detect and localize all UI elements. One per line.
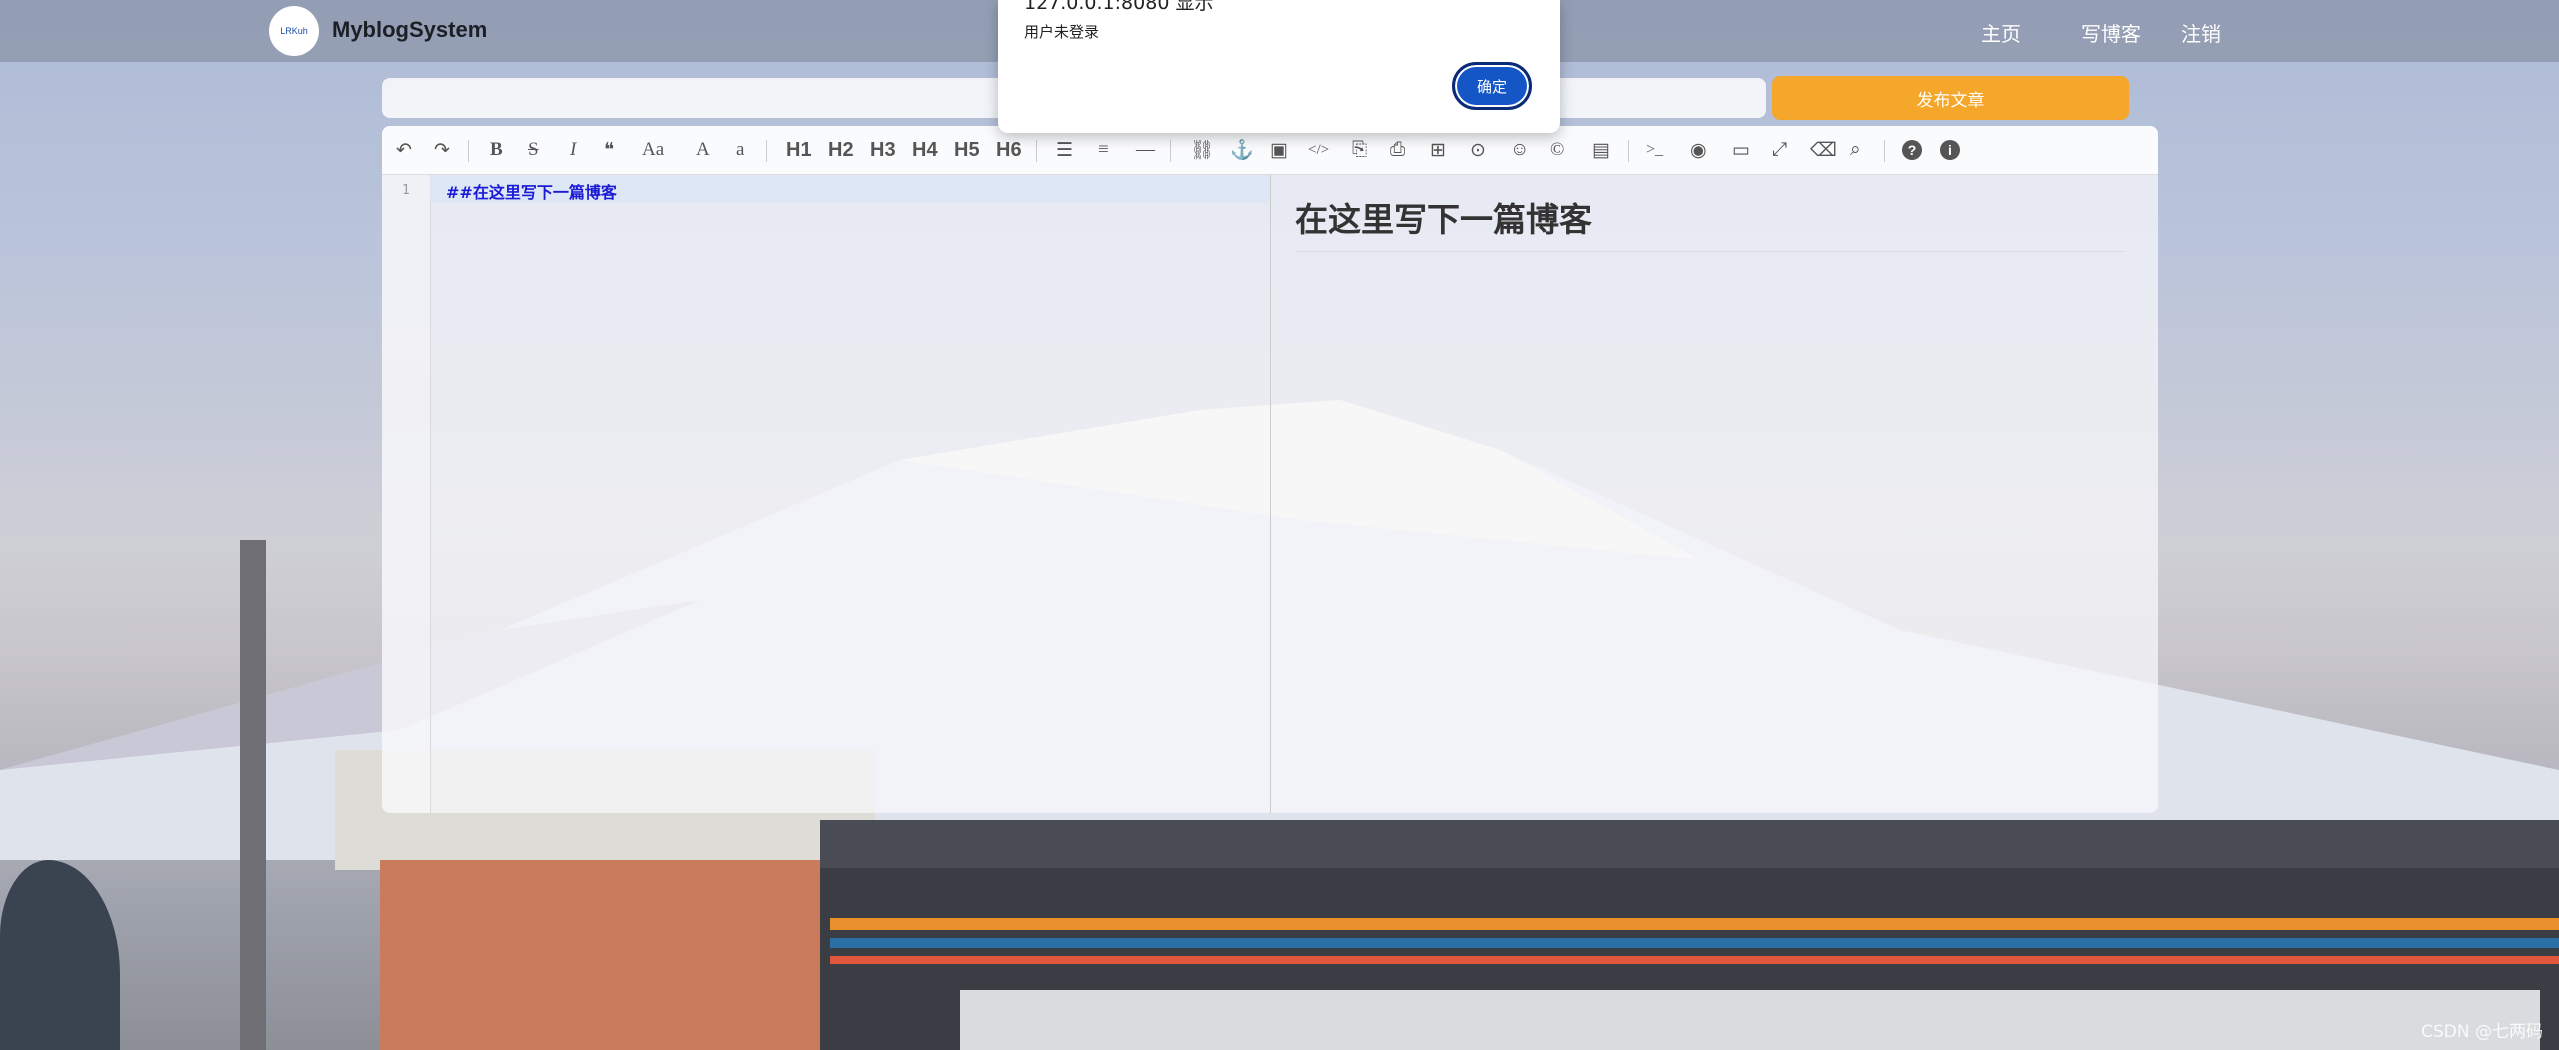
toolbar-divider	[1170, 140, 1171, 162]
dialog-title: 127.0.0.1:8080 显示	[1024, 0, 1214, 14]
store-stripe-red	[830, 956, 2559, 964]
store-stripe-orange	[830, 918, 2559, 930]
nav-home-link[interactable]: 主页	[1981, 18, 2021, 47]
help-icon[interactable]: ?	[1902, 140, 1922, 160]
html-entity-icon[interactable]: ©	[1550, 136, 1564, 164]
link-icon[interactable]: ⛓	[1190, 136, 1214, 164]
nav-logout-link[interactable]: 注销	[2181, 18, 2221, 47]
inline-code-icon[interactable]: </>	[1308, 136, 1329, 164]
toolbar-divider	[766, 140, 767, 162]
heading-2-button[interactable]: H2	[828, 136, 854, 164]
search-icon[interactable]: ⌕	[1850, 136, 1861, 164]
toolbar-divider	[1628, 140, 1629, 162]
store-roof	[820, 820, 2559, 868]
redo-icon[interactable]: ↷	[434, 136, 450, 164]
toolbar-divider	[468, 140, 469, 162]
markdown-code-area[interactable]: ##在这里写下一篇博客	[430, 175, 1270, 813]
quote-icon[interactable]: ❝	[604, 136, 614, 164]
undo-icon[interactable]: ↶	[396, 136, 412, 164]
anchor-icon[interactable]: ⚓	[1230, 136, 1254, 164]
emoji-icon[interactable]: ☺	[1510, 136, 1529, 164]
ordered-list-icon[interactable]: ≡	[1098, 136, 1109, 164]
alert-dialog: 127.0.0.1:8080 显示 用户未登录 确定	[998, 0, 1560, 133]
utility-pole	[240, 540, 266, 1050]
publish-button[interactable]: 发布文章	[1772, 76, 2129, 120]
tree	[0, 860, 120, 1050]
heading-5-button[interactable]: H5	[954, 136, 980, 164]
toolbar-divider	[1036, 140, 1037, 162]
datetime-icon[interactable]: ⊙	[1470, 136, 1486, 164]
image-icon[interactable]: ▣	[1270, 136, 1288, 164]
editor-toolbar: ↶ ↷ B S I ❝ Aa A a H1 H2 H3 H4 H5 H6 ☰ ≡…	[382, 126, 2158, 175]
bold-icon[interactable]: B	[490, 136, 503, 164]
markdown-content[interactable]: ##在这里写下一篇博客	[446, 179, 617, 203]
clear-icon[interactable]: ⌫	[1810, 136, 1837, 164]
table-icon[interactable]: ⊞	[1430, 136, 1446, 164]
store-window	[960, 990, 2540, 1050]
code-block-icon[interactable]: ⎘	[1352, 136, 1367, 164]
goto-line-icon[interactable]: >_	[1646, 136, 1663, 164]
uppercase-icon[interactable]: A	[696, 136, 710, 164]
markdown-editor: ↶ ↷ B S I ❝ Aa A a H1 H2 H3 H4 H5 H6 ☰ ≡…	[382, 126, 2158, 813]
brand-title: MyblogSystem	[332, 17, 488, 42]
preformatted-text-icon[interactable]: ⎙	[1390, 136, 1405, 164]
heading-6-button[interactable]: H6	[996, 136, 1022, 164]
horizontal-rule-icon[interactable]: —	[1136, 136, 1155, 164]
ok-button[interactable]: 确定	[1452, 62, 1532, 110]
dialog-message: 用户未登录	[1024, 23, 1100, 41]
unordered-list-icon[interactable]: ☰	[1056, 136, 1073, 164]
markdown-preview: 在这里写下一篇博客	[1271, 175, 2158, 813]
toolbar-divider	[1884, 140, 1885, 162]
heading-1-button[interactable]: H1	[786, 136, 812, 164]
info-icon[interactable]: i	[1940, 140, 1960, 160]
italic-icon[interactable]: I	[570, 136, 576, 164]
store-stripe-blue	[830, 938, 2559, 948]
pagebreak-icon[interactable]: ▤	[1592, 136, 1610, 164]
preview-heading: 在这里写下一篇博客	[1295, 193, 2125, 252]
heading-3-button[interactable]: H3	[870, 136, 896, 164]
fullscreen-icon[interactable]: ⤢	[1772, 136, 1787, 164]
nav-write-blog-link[interactable]: 写博客	[2081, 18, 2141, 47]
uppercase-first-icon[interactable]: Aa	[642, 136, 664, 164]
building-brick	[380, 860, 830, 1050]
watermark: CSDN @七两码	[2421, 1022, 2543, 1042]
watch-toggle-icon[interactable]: ◉	[1690, 136, 1707, 164]
preview-icon[interactable]: ▭	[1732, 136, 1750, 164]
line-number-gutter: 1	[382, 175, 431, 813]
strikethrough-icon[interactable]: S	[528, 136, 539, 164]
heading-4-button[interactable]: H4	[912, 136, 938, 164]
logo-text: LRKuh	[280, 26, 308, 36]
lowercase-icon[interactable]: a	[736, 136, 744, 164]
line-number: 1	[402, 183, 410, 198]
site-logo[interactable]: LRKuh	[269, 6, 319, 56]
